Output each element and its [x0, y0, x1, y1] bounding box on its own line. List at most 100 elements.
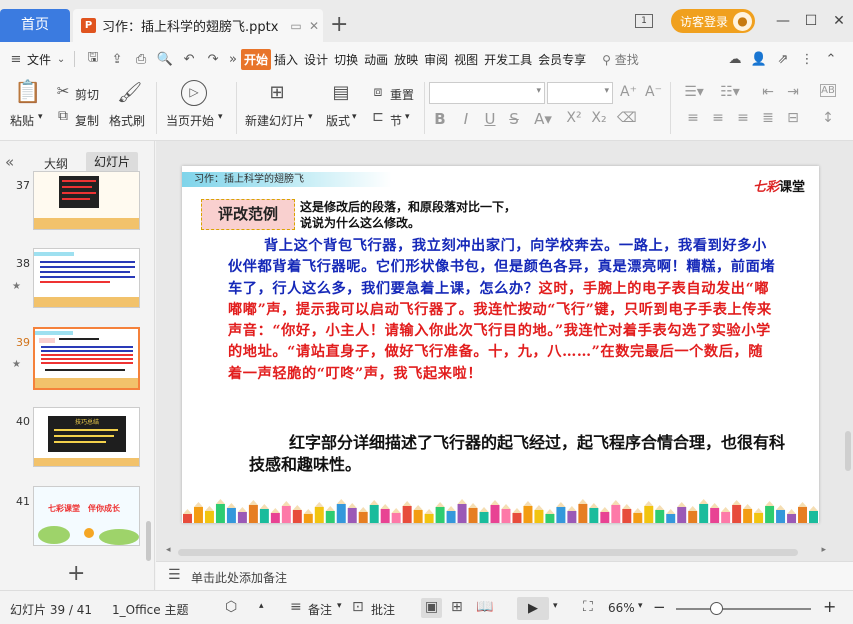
normal-view-icon[interactable]: ▣ [425, 599, 438, 615]
line-spacing-icon[interactable]: ↕ [820, 110, 836, 126]
horizontal-scrollbar[interactable]: ◂ ▸ [166, 545, 826, 557]
strikethrough-icon[interactable]: S [507, 110, 521, 128]
font-family-select[interactable] [429, 82, 545, 104]
justify-icon[interactable]: ≣ [760, 110, 776, 126]
decrease-font-icon[interactable]: A⁻ [645, 84, 662, 100]
notes-dropdown-icon[interactable]: ▾ [337, 601, 342, 611]
menu-start[interactable]: 开始 [241, 48, 272, 70]
theme-name[interactable]: 1_Office 主题 [112, 601, 188, 618]
zoom-out-icon[interactable]: − [653, 598, 666, 616]
new-slide-icon[interactable]: ⊞ [266, 82, 288, 103]
align-right-icon[interactable]: ≡ [735, 110, 751, 126]
increase-font-icon[interactable]: A⁺ [620, 84, 637, 100]
new-tab-button[interactable]: + [330, 13, 348, 37]
print-icon[interactable]: ⎙ [129, 52, 153, 67]
from-current-button[interactable]: 当页开始 [166, 112, 214, 129]
align-center-icon[interactable]: ≡ [710, 110, 726, 126]
italic-icon[interactable]: I [459, 110, 473, 128]
font-color-icon[interactable]: A▾ [532, 110, 554, 128]
bullet-list-icon[interactable]: ☰▾ [682, 84, 706, 100]
comments-button[interactable]: 批注 [371, 601, 395, 618]
search-field[interactable]: ⚲ 查找 [599, 51, 642, 68]
share-icon[interactable]: ⇗ [771, 52, 795, 67]
visitor-login-button[interactable]: 访客登录 ● [670, 9, 755, 33]
notes-area[interactable]: ☰ 单击此处添加备注 [156, 561, 853, 590]
close-tab-icon[interactable]: ✕ [305, 19, 323, 33]
tab-slides[interactable]: 幻灯片 [86, 152, 138, 173]
vertical-scrollbar[interactable] [845, 431, 851, 471]
more-options-icon[interactable]: ⋮ [795, 52, 819, 67]
layout-button[interactable]: 版式 [326, 112, 350, 129]
reset-button[interactable]: 重置 [390, 86, 414, 103]
from-current-dropdown-icon[interactable]: ▾ [218, 112, 223, 122]
horizontal-scroll-thumb[interactable] [178, 549, 798, 556]
export-icon[interactable]: ⇪ [105, 52, 129, 67]
zoom-slider[interactable] [676, 608, 811, 610]
zoom-level[interactable]: 66% [608, 601, 635, 615]
align-left-icon[interactable]: ≡ [685, 110, 701, 126]
menu-animation[interactable]: 动画 [361, 51, 391, 68]
fit-window-icon[interactable]: ⛶ [583, 599, 593, 615]
menu-design[interactable]: 设计 [301, 51, 331, 68]
reset-icon[interactable]: ⧈ [369, 84, 387, 100]
window-count-icon[interactable]: 1 [634, 14, 653, 28]
format-painter-icon[interactable]: 🖌 [117, 80, 142, 104]
hamburger-icon[interactable]: ≡ [8, 52, 24, 67]
outdent-icon[interactable]: ⇤ [760, 84, 776, 100]
pane-scrollbar[interactable] [146, 521, 151, 561]
zoom-in-icon[interactable]: + [823, 597, 836, 616]
maximize-icon[interactable]: ☐ [797, 13, 825, 29]
pin-window-icon[interactable]: ▭ [287, 19, 305, 33]
notes-toggle-button[interactable]: 备注 [308, 601, 332, 618]
print-preview-icon[interactable]: 🔍 [153, 52, 177, 67]
save-icon[interactable]: 🖫 [81, 48, 105, 70]
collapse-pane-icon[interactable]: « [5, 153, 14, 171]
slide-sorter-icon[interactable]: ⊞ [451, 599, 463, 615]
slide-thumbnail-37[interactable] [33, 171, 140, 230]
indent-icon[interactable]: ⇥ [785, 84, 801, 100]
play-from-current-icon[interactable]: ▷ [181, 80, 207, 106]
slide-thumbnail-39[interactable] [33, 327, 140, 390]
chevron-up-icon[interactable]: ▴ [259, 601, 264, 611]
slide-thumbnail-40[interactable]: 技巧总结 [33, 407, 140, 467]
text-direction-icon[interactable]: AB [820, 84, 836, 97]
menu-slideshow[interactable]: 放映 [391, 51, 421, 68]
font-size-select[interactable] [547, 82, 613, 104]
scroll-right-icon[interactable]: ▸ [821, 545, 826, 555]
current-slide[interactable]: 习作：插上科学的翅膀飞 七彩课堂 评改范例 这是修改后的段落，和原段落对比一下，… [182, 166, 819, 523]
cut-icon[interactable]: ✂ [54, 82, 72, 100]
menu-view[interactable]: 视图 [451, 51, 481, 68]
section-icon[interactable]: ⊏ [369, 109, 387, 125]
minimize-icon[interactable]: — [769, 13, 797, 29]
section-button[interactable]: 节 [390, 112, 402, 129]
new-slide-button[interactable]: 新建幻灯片 [245, 112, 305, 129]
add-slide-button[interactable]: + [67, 561, 85, 586]
close-window-icon[interactable]: ✕ [825, 13, 853, 29]
more-chevron-icon[interactable]: » [225, 52, 241, 67]
comment-icon[interactable]: ⊡ [352, 599, 364, 615]
smart-beautify-icon[interactable]: ⬡ [225, 599, 237, 615]
menu-transition[interactable]: 切换 [331, 51, 361, 68]
menu-developer[interactable]: 开发工具 [481, 51, 535, 68]
play-slideshow-button[interactable]: ▶ [517, 597, 549, 620]
underline-icon[interactable]: U [483, 110, 497, 128]
layout-dropdown-icon[interactable]: ▾ [352, 112, 357, 122]
chevron-down-icon[interactable]: ⌄ [54, 54, 68, 65]
slide-thumbnail-38[interactable] [33, 248, 140, 308]
play-dropdown-icon[interactable]: ▾ [553, 601, 558, 611]
menu-member[interactable]: 会员专享 [535, 51, 589, 68]
distribute-icon[interactable]: ⊟ [785, 110, 801, 126]
scroll-left-icon[interactable]: ◂ [166, 545, 171, 555]
zoom-dropdown-icon[interactable]: ▾ [638, 601, 643, 611]
undo-icon[interactable]: ↶ [177, 52, 201, 67]
numbered-list-icon[interactable]: ☷▾ [718, 84, 742, 100]
reading-view-icon[interactable]: 📖 [476, 599, 493, 615]
redo-icon[interactable]: ↷ [201, 52, 225, 67]
menu-file[interactable]: 文件 [24, 51, 54, 68]
menu-insert[interactable]: 插入 [271, 51, 301, 68]
slide-thumbnail-41[interactable]: 七彩课堂 伴你成长 [33, 486, 140, 546]
copy-icon[interactable]: ⧉ [54, 108, 72, 124]
format-painter-button[interactable]: 格式刷 [109, 112, 145, 129]
subscript-icon[interactable]: X₂ [590, 110, 608, 126]
paste-icon[interactable]: 📋 [14, 80, 41, 105]
